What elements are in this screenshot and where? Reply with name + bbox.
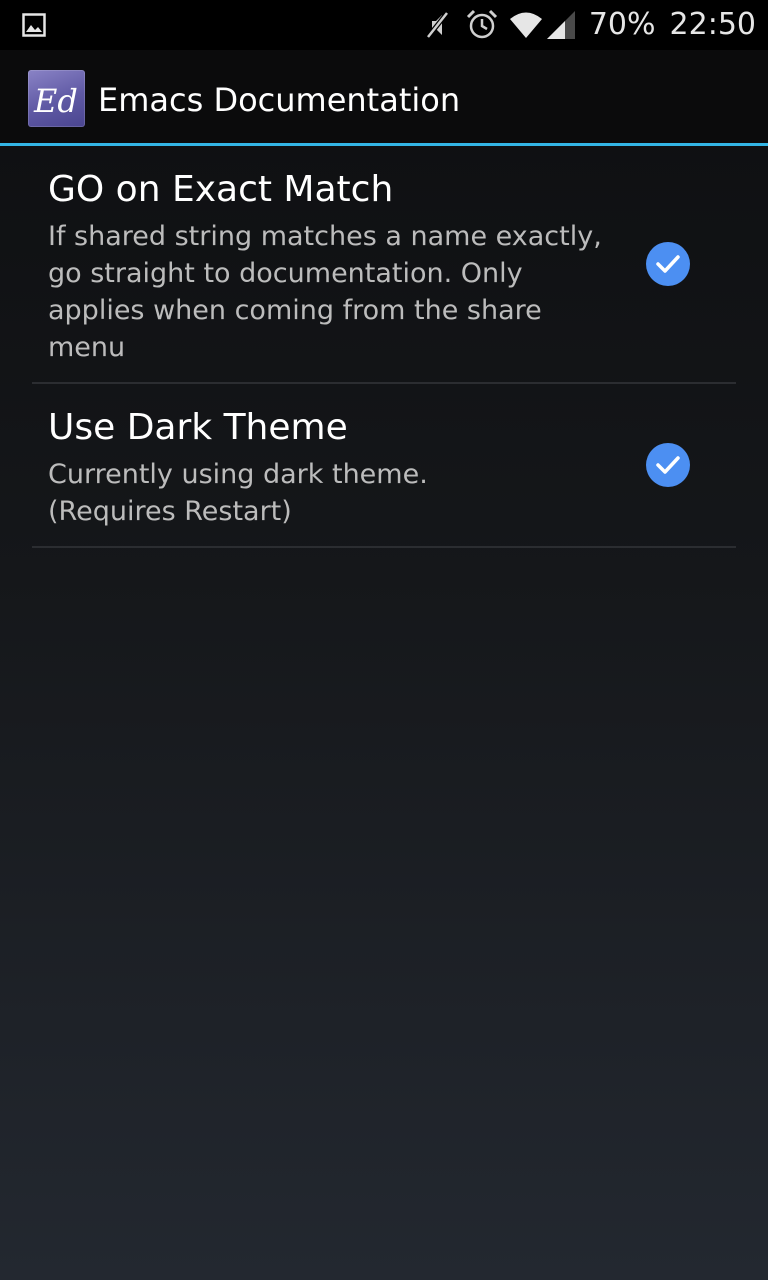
action-bar: Ed Emacs Documentation [0, 50, 768, 143]
app-icon-text: Ed [33, 82, 78, 120]
pref-title: Use Dark Theme [48, 407, 348, 448]
signal-icon [546, 11, 575, 39]
pref-checkbox[interactable] [646, 443, 690, 487]
preference-list: GO on Exact Match If shared string match… [0, 146, 768, 548]
battery-percent: 70% [588, 7, 656, 42]
clock: 22:50 [669, 7, 756, 42]
emacs-doc-logo-icon: Ed [33, 82, 78, 120]
pref-use-dark-theme[interactable]: Use Dark Theme Currently using dark them… [32, 384, 736, 548]
mute-icon [425, 11, 449, 39]
pref-summary: Currently using dark theme. (Requires Re… [48, 459, 428, 527]
pref-checkbox[interactable] [646, 242, 690, 286]
pref-title: GO on Exact Match [48, 169, 394, 210]
page-title: Emacs Documentation [98, 81, 461, 119]
image-notification-icon [22, 13, 46, 37]
alarm-icon [466, 9, 497, 39]
checkmark-icon [646, 242, 690, 286]
pref-go-on-exact-match[interactable]: GO on Exact Match If shared string match… [32, 146, 736, 384]
checkmark-icon [646, 443, 690, 487]
status-bar: 70% 22:50 [0, 0, 768, 50]
status-icons: 70% 22:50 [421, 0, 756, 50]
app-icon[interactable]: Ed [28, 70, 85, 127]
wifi-icon [509, 12, 542, 38]
pref-summary: If shared string matches a name exactly,… [48, 221, 602, 363]
